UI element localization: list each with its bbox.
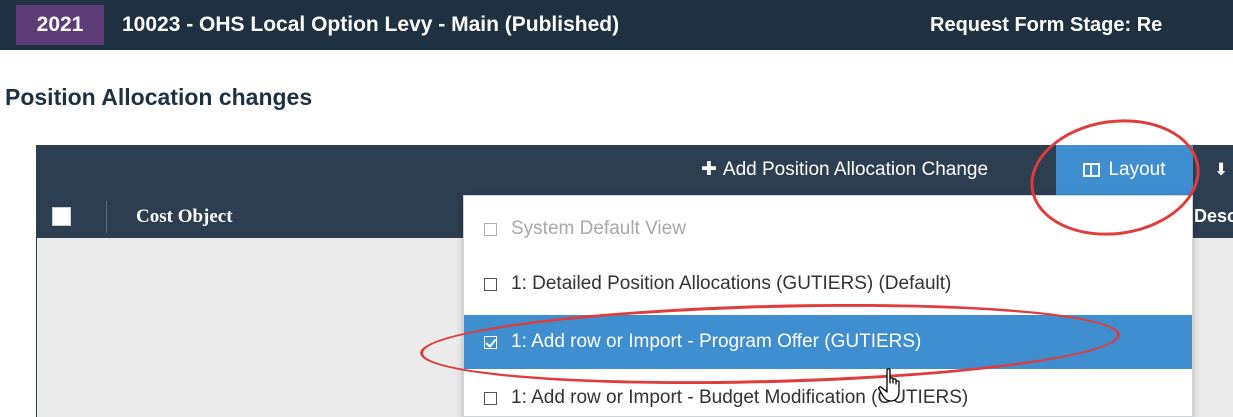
- checked-checkbox-icon: [484, 335, 497, 349]
- layout-option-label: System Default View: [511, 218, 686, 239]
- checkbox-icon: [484, 222, 497, 236]
- layout-option-label: 1: Detailed Position Allocations (GUTIER…: [511, 273, 952, 294]
- layout-button[interactable]: Layout: [1056, 145, 1193, 195]
- download-icon[interactable]: ⬇: [1214, 145, 1228, 195]
- layout-option-label: 1: Add row or Import - Program Offer (GU…: [511, 331, 922, 352]
- column-header-description[interactable]: Descri: [1194, 195, 1233, 238]
- layout-button-label: Layout: [1108, 159, 1166, 180]
- plus-icon: ✚: [701, 159, 717, 180]
- column-header-cost-object[interactable]: Cost Object: [136, 195, 233, 238]
- add-position-allocation-label: Add Position Allocation Change: [722, 159, 989, 180]
- layout-option-add-row-budget-modification[interactable]: 1: Add row or Import - Budget Modificati…: [464, 371, 1192, 416]
- project-title: 10023 - OHS Local Option Levy - Main (Pu…: [122, 13, 620, 36]
- grid-toolbar: ✚ Add Position Allocation Change Layout ⬇: [36, 145, 1233, 195]
- request-form-stage: Request Form Stage: Re: [930, 14, 1163, 36]
- header-divider: [106, 201, 107, 233]
- select-all-checkbox[interactable]: [52, 207, 71, 226]
- hand-pointer-cursor-icon: [878, 368, 900, 402]
- layout-option-detailed-position-allocations[interactable]: 1: Detailed Position Allocations (GUTIER…: [464, 257, 1192, 311]
- checkbox-icon: [484, 277, 497, 291]
- columns-icon: [1083, 163, 1101, 177]
- add-position-allocation-button[interactable]: ✚ Add Position Allocation Change: [701, 145, 988, 195]
- top-header-bar: 2021 10023 - OHS Local Option Levy - Mai…: [0, 0, 1233, 50]
- section-title: Position Allocation changes: [5, 84, 313, 110]
- fiscal-year-badge[interactable]: 2021: [16, 5, 104, 45]
- layout-dropdown-menu: System Default View 1: Detailed Position…: [463, 195, 1193, 417]
- layout-option-add-row-program-offer[interactable]: 1: Add row or Import - Program Offer (GU…: [464, 315, 1192, 369]
- layout-option-system-default: System Default View: [464, 202, 1192, 256]
- checkbox-icon: [484, 391, 497, 405]
